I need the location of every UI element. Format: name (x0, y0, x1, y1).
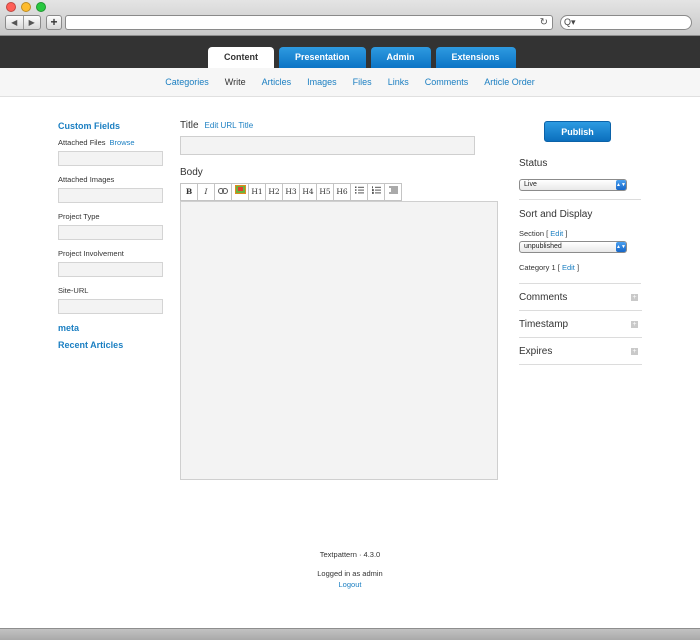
timestamp-label: Timestamp (519, 318, 569, 330)
version-text: Textpattern · 4.3.0 (319, 550, 381, 559)
section-label: Section [ (519, 229, 549, 238)
site-url-label: Site-URL (58, 286, 89, 295)
subtab-categories[interactable]: Categories (157, 77, 217, 87)
site-url-input[interactable] (58, 299, 163, 314)
body-label: Body (180, 167, 203, 178)
logged-in-text: Logged in as admin (317, 569, 383, 578)
bullet-list-icon[interactable] (350, 183, 368, 201)
expand-icon[interactable]: + (631, 320, 638, 328)
category-label: Category 1 [ (519, 263, 560, 272)
zoom-window-button[interactable] (36, 2, 46, 12)
project-involvement-label: Project Involvement (58, 249, 124, 258)
minimize-window-button[interactable] (21, 2, 31, 12)
section-label-row: Section [ Edit ] (519, 229, 642, 238)
comments-section-toggle[interactable]: Comments + (519, 284, 642, 311)
status-heading: Status (519, 158, 548, 169)
browse-link[interactable]: Browse (110, 138, 135, 147)
sub-navigation: Categories Write Articles Images Files L… (0, 68, 700, 97)
project-type-label: Project Type (58, 212, 100, 221)
expires-section-toggle[interactable]: Expires + (519, 338, 642, 365)
expand-icon[interactable]: + (631, 347, 638, 355)
tab-extensions[interactable]: Extensions (435, 47, 516, 68)
italic-button[interactable]: I (197, 183, 215, 201)
category-bracket: ] (576, 263, 580, 272)
subtab-comments[interactable]: Comments (417, 77, 477, 87)
section-bracket: ] (565, 229, 568, 238)
reload-icon[interactable]: ↻ (540, 17, 548, 29)
main-tabs: Content Presentation Admin Extensions (208, 47, 516, 68)
attached-files-input[interactable] (58, 151, 163, 166)
section-selected-value: unpublished (524, 243, 562, 250)
title-label: Title (180, 120, 199, 131)
custom-fields-panel: Custom Fields Attached Files Browse Attac… (58, 121, 164, 350)
subtab-articles[interactable]: Articles (254, 77, 300, 87)
category-label-row: Category 1 [ Edit ] (519, 263, 642, 272)
expand-icon[interactable]: + (631, 293, 638, 301)
address-bar[interactable]: ↻ (65, 15, 553, 30)
search-icon: Q▾ (564, 17, 576, 27)
subtab-images[interactable]: Images (299, 77, 345, 87)
forward-arrow-icon[interactable]: ▶ (22, 16, 41, 29)
tab-presentation[interactable]: Presentation (279, 47, 366, 68)
section-edit-link[interactable]: Edit (550, 229, 563, 238)
title-input[interactable] (180, 136, 475, 155)
image-icon[interactable] (231, 183, 249, 201)
status-selected-value: Live (524, 181, 537, 188)
h4-button[interactable]: H4 (299, 183, 317, 201)
logout-link[interactable]: Logout (250, 580, 450, 589)
link-icon[interactable] (214, 183, 232, 201)
title-label-row: Title Edit URL Title (180, 120, 500, 131)
attached-files-label-row: Attached Files Browse (58, 138, 164, 147)
h1-button[interactable]: H1 (248, 183, 266, 201)
subtab-article-order[interactable]: Article Order (476, 77, 543, 87)
back-arrow-icon[interactable]: ◀ (6, 16, 23, 29)
project-type-input[interactable] (58, 225, 163, 240)
edit-url-title-link[interactable]: Edit URL Title (205, 121, 254, 130)
select-arrows-icon: ▲▼ (616, 242, 626, 252)
subtab-files[interactable]: Files (345, 77, 380, 87)
timestamp-section-toggle[interactable]: Timestamp + (519, 311, 642, 338)
attached-images-label: Attached Images (58, 175, 115, 184)
browser-chrome: ◀ ▶ + ↻ Q▾ (0, 0, 700, 36)
body-textarea[interactable] (180, 201, 498, 480)
custom-fields-heading[interactable]: Custom Fields (58, 121, 164, 131)
category-edit-link[interactable]: Edit (562, 263, 575, 272)
section-select[interactable]: unpublished ▲▼ (519, 241, 627, 253)
sort-display-heading: Sort and Display (519, 209, 593, 220)
numbered-list-icon[interactable] (367, 183, 385, 201)
new-tab-button[interactable]: + (46, 15, 62, 30)
blockquote-icon[interactable] (384, 183, 402, 201)
editor-panel: Title Edit URL Title Body B I H1 H2 H3 H4… (180, 120, 500, 480)
window-controls (6, 2, 46, 12)
attached-images-input[interactable] (58, 188, 163, 203)
comments-label: Comments (519, 291, 568, 303)
browser-status-bar (0, 628, 700, 640)
expires-label: Expires (519, 345, 553, 357)
h6-button[interactable]: H6 (333, 183, 351, 201)
meta-link[interactable]: meta (58, 323, 164, 333)
h5-button[interactable]: H5 (316, 183, 334, 201)
subtab-links[interactable]: Links (380, 77, 417, 87)
attached-files-label: Attached Files (58, 138, 106, 147)
close-window-button[interactable] (6, 2, 16, 12)
bold-button[interactable]: B (180, 183, 198, 201)
h3-button[interactable]: H3 (282, 183, 300, 201)
editor-toolbar: B I H1 H2 H3 H4 H5 H6 (180, 183, 500, 201)
divider (519, 199, 641, 200)
recent-articles-link[interactable]: Recent Articles (58, 340, 164, 350)
h2-button[interactable]: H2 (265, 183, 283, 201)
subtab-write[interactable]: Write (217, 77, 254, 87)
project-involvement-input[interactable] (58, 262, 163, 277)
status-select[interactable]: Live ▲▼ (519, 179, 627, 191)
tab-admin[interactable]: Admin (370, 47, 431, 68)
history-buttons: ◀ ▶ (5, 15, 41, 30)
publish-button[interactable]: Publish (544, 121, 611, 142)
tab-content[interactable]: Content (208, 47, 274, 68)
page-footer: Textpattern · 4.3.0 Logged in as admin L… (250, 550, 450, 589)
browser-search-field[interactable]: Q▾ (560, 15, 692, 30)
publish-panel: Publish Status Live ▲▼ Sort and Display … (519, 121, 642, 365)
select-arrows-icon: ▲▼ (616, 180, 626, 190)
